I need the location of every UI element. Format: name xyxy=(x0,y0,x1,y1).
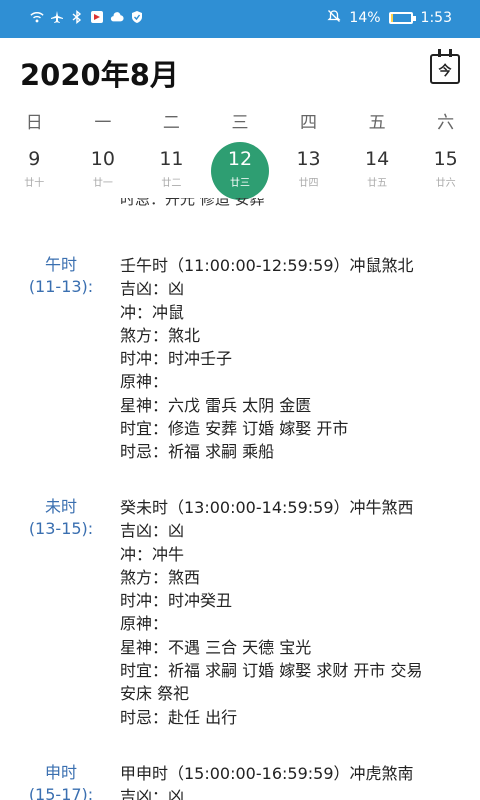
status-icons xyxy=(30,10,144,24)
date-number: 9 xyxy=(28,148,41,170)
detail-line: 吉凶：凶 xyxy=(120,787,185,800)
hour-range: (15-17): xyxy=(28,785,94,800)
date-cell[interactable]: 15 廿六 xyxy=(411,140,480,194)
battery-icon xyxy=(388,12,416,24)
detail-line: 原神： xyxy=(120,372,169,392)
detail-line: 时忌：赴任 出行 xyxy=(120,707,238,727)
shield-icon xyxy=(130,10,144,24)
hour-name: 未时 xyxy=(44,497,77,516)
date-cell[interactable]: 10 廿一 xyxy=(69,140,138,194)
detail-line: 吉凶：凶 xyxy=(120,279,185,299)
lunar-date: 廿一 xyxy=(92,178,113,189)
clock: 1:53 xyxy=(420,10,452,26)
today-label: 今 xyxy=(438,63,452,79)
lunar-date: 廿三 xyxy=(229,178,250,189)
date-cell[interactable]: 13 廿四 xyxy=(274,140,343,194)
calendar-header: 2020年8月 今 xyxy=(0,38,480,102)
date-number: 14 xyxy=(365,148,390,170)
weekday-label: 四 xyxy=(300,113,318,133)
lunar-date: 廿六 xyxy=(435,178,456,189)
today-button[interactable]: 今 xyxy=(430,49,460,84)
hour-detail-list[interactable]: 时忌：开光 修造 安葬 午时 (11-13): 壬午时（11:00:00-12:… xyxy=(0,198,480,800)
detail-line: 星神：不遇 三合 天德 宝光 xyxy=(120,637,312,657)
cloud-icon xyxy=(110,10,124,24)
app-icon xyxy=(90,10,104,24)
detail-line: 原神： xyxy=(120,614,169,634)
date-cell[interactable]: 11 廿二 xyxy=(137,140,206,194)
detail-line: 时宜：修造 安葬 订婚 嫁娶 开市 xyxy=(120,419,349,439)
hour-heading: 癸未时（13:00:00-14:59:59）冲牛煞西 xyxy=(120,498,414,517)
month-title[interactable]: 2020年8月 xyxy=(20,52,179,94)
weekday-label: 日 xyxy=(25,113,43,133)
detail-line: 冲：冲鼠 xyxy=(120,302,185,322)
weekday-label: 一 xyxy=(94,113,112,133)
hour-range: (11-13): xyxy=(28,277,94,296)
weekday-label: 六 xyxy=(437,113,455,133)
hour-detail-lines: 甲申时（15:00:00-16:59:59）冲虎煞南 吉凶：凶 xyxy=(120,762,470,800)
date-number: 11 xyxy=(159,148,184,170)
hour-detail-lines: 壬午时（11:00:00-12:59:59）冲鼠煞北 吉凶：凶 冲：冲鼠 煞方：… xyxy=(120,254,470,464)
status-right: 14% 1:53 xyxy=(327,9,452,27)
date-cell-selected[interactable]: 12 廿三 xyxy=(206,140,275,200)
status-bar: 14% 1:53 xyxy=(0,0,480,38)
detail-line: 时冲：时冲壬子 xyxy=(120,349,233,369)
detail-line: 时忌：祈福 求嗣 乘船 xyxy=(120,442,275,462)
date-cell[interactable]: 14 廿五 xyxy=(343,140,412,194)
airplane-icon xyxy=(50,10,64,24)
lunar-date: 廿十 xyxy=(24,178,45,189)
detail-line: 星神：六戊 雷兵 太阴 金匮 xyxy=(120,395,312,415)
hour-name: 申时 xyxy=(44,763,77,782)
hour-heading: 壬午时（11:00:00-12:59:59）冲鼠煞北 xyxy=(120,256,414,275)
lunar-date: 廿二 xyxy=(161,178,182,189)
detail-line: 煞方：煞西 xyxy=(120,567,201,587)
date-cell[interactable]: 9 廿十 xyxy=(0,140,69,194)
weekday-row: 日 一 二 三 四 五 六 xyxy=(0,108,480,133)
detail-line: 冲：冲牛 xyxy=(120,544,185,564)
weekday-label: 三 xyxy=(231,113,249,133)
mute-icon xyxy=(327,9,341,27)
lunar-date: 廿五 xyxy=(367,178,388,189)
detail-line: 安床 祭祀 xyxy=(120,684,190,704)
detail-line: 吉凶：凶 xyxy=(120,521,185,541)
weekday-label: 五 xyxy=(368,113,386,133)
date-number: 13 xyxy=(296,148,321,170)
lunar-date: 廿四 xyxy=(298,178,319,189)
battery-level xyxy=(390,14,394,22)
wifi-icon xyxy=(30,10,44,24)
week-dates-row: 9 廿十 10 廿一 11 廿二 12 廿三 13 廿四 14 廿五 15 廿六 xyxy=(0,140,480,200)
hour-detail-lines: 癸未时（13:00:00-14:59:59）冲牛煞西 吉凶：凶 冲：冲牛 煞方：… xyxy=(120,496,470,729)
battery-percent: 14% xyxy=(349,10,381,26)
date-number: 15 xyxy=(433,148,458,170)
detail-line: 时冲：时冲癸丑 xyxy=(120,591,233,611)
hour-name: 午时 xyxy=(44,255,77,274)
date-number: 12 xyxy=(227,148,253,170)
hour-range: (13-15): xyxy=(28,519,94,538)
partial-line: 时忌：开光 修造 安葬 xyxy=(120,198,265,208)
hour-heading: 甲申时（15:00:00-16:59:59）冲虎煞南 xyxy=(120,764,414,783)
detail-line: 时宜：祈福 求嗣 订婚 嫁娶 求财 开市 交易 xyxy=(120,661,423,681)
detail-line: 煞方：煞北 xyxy=(120,325,201,345)
date-number: 10 xyxy=(90,148,115,170)
bluetooth-icon xyxy=(70,10,84,24)
weekday-label: 二 xyxy=(162,113,180,133)
